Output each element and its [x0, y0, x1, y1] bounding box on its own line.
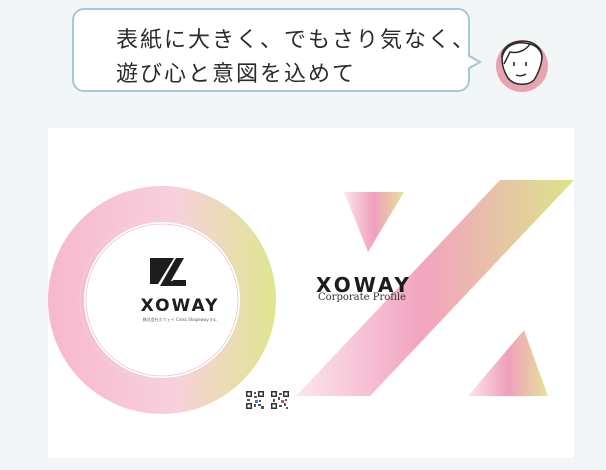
bubble-text-line-1: 表紙に大きく、でもさり気なく、	[116, 28, 477, 53]
qr-code-icon[interactable]	[245, 390, 265, 410]
logo-subtitle: 株式会社ホウェイ Cross Shapeway Inc.	[142, 317, 218, 322]
cover-artwork	[48, 180, 574, 414]
brand-subtitle: Corporate Profile	[318, 292, 407, 303]
x-top-triangle	[344, 192, 404, 252]
corporate-profile-cover: XOWAY 株式会社ホウェイ Cross Shapeway Inc. XOWAY…	[48, 128, 574, 458]
person-avatar-icon	[496, 40, 548, 92]
bubble-text-line-2: 遊び心と意図を込めて	[116, 62, 357, 87]
speech-bubble: 表紙に大きく、でもさり気なく、 遊び心と意図を込めて	[72, 8, 482, 92]
x-bottom-triangle	[468, 330, 548, 396]
xoway-logo-mark	[150, 258, 186, 286]
logo-text: XOWAY	[140, 296, 220, 316]
qr-code-icon[interactable]	[270, 390, 290, 410]
